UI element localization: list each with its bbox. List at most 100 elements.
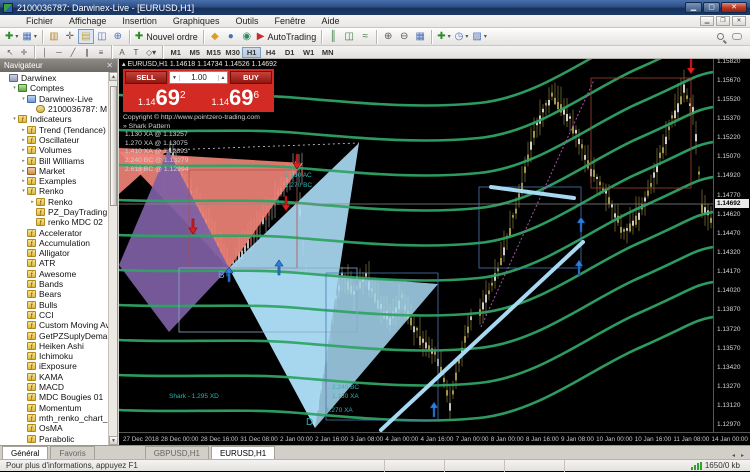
tree-item-bill-williams[interactable]: ▸ƒBill Williams [0, 155, 108, 165]
timeframe-m1[interactable]: M1 [166, 47, 185, 58]
timeframe-h1[interactable]: H1 [242, 47, 261, 58]
tree-item-alligator[interactable]: ƒAlligator [0, 248, 108, 258]
tree-item-custom-moving-av[interactable]: ƒCustom Moving Av [0, 320, 108, 330]
scroll-down-icon[interactable]: ▼ [109, 436, 118, 445]
expander-icon[interactable]: ▸ [29, 199, 36, 205]
navigator-close-icon[interactable]: ✕ [106, 61, 113, 70]
tree-item-renko-mdc-02[interactable]: ƒrenko MDC 02 [0, 217, 108, 227]
tree-item-pz-daytrading[interactable]: ƒPZ_DayTrading [0, 207, 108, 217]
tree-item-mdc-bougies-01[interactable]: ƒMDC Bougies 01 [0, 392, 108, 402]
menu-fentre[interactable]: Fenêtre [266, 15, 313, 28]
timeframe-h4[interactable]: H4 [261, 47, 280, 58]
web-button[interactable]: ◉ [239, 29, 255, 44]
tab-scroll-left-icon[interactable]: ◂ [732, 452, 735, 459]
mdi-restore-button[interactable]: ❐ [716, 16, 730, 26]
channel-button[interactable]: ∥ [80, 47, 94, 58]
mdi-minimize-button[interactable]: ▁ [700, 16, 714, 26]
tree-item-iexposure[interactable]: ƒiExposure [0, 361, 108, 371]
bar-chart-button[interactable]: ║ [325, 29, 341, 44]
data-window-button[interactable]: ✛ [62, 29, 78, 44]
expander-icon[interactable]: ▸ [20, 158, 27, 164]
menu-aide[interactable]: Aide [314, 15, 348, 28]
shapes-button[interactable]: ◇▾ [143, 47, 159, 58]
periods-button[interactable]: ◷▾ [453, 29, 471, 44]
tree-item-bands[interactable]: ƒBands [0, 279, 108, 289]
buy-price[interactable]: 1.14 69 6 [199, 85, 273, 109]
new-order-button[interactable]: ✚Nouvel ordre [133, 29, 200, 44]
tree-item-mth-renko-chart-b[interactable]: ƒmth_renko_chart_b [0, 413, 108, 423]
candlestick-button[interactable]: ◫ [341, 29, 357, 44]
tree-item-accelerator[interactable]: ƒAccelerator [0, 227, 108, 237]
navigator-tab-favoris[interactable]: Favoris [50, 446, 94, 459]
autotrading-button[interactable]: ▶AutoTrading [255, 29, 318, 44]
chart-tab-eurusdh1[interactable]: EURUSD,H1 [211, 446, 275, 459]
collapse-icon[interactable]: ▴ [122, 61, 126, 68]
tile-windows-button[interactable]: ▦ [412, 29, 428, 44]
tree-item-parabolic[interactable]: ƒParabolic [0, 433, 108, 443]
price-axis[interactable]: 1.158201.156701.155201.153701.152201.150… [713, 59, 750, 432]
volume-spinner[interactable]: ▼ 1.00 ▲ [169, 71, 228, 84]
expander-icon[interactable]: ▸ [20, 127, 27, 133]
expander-icon[interactable]: ▾ [20, 96, 27, 102]
tree-item-atr[interactable]: ƒATR [0, 258, 108, 268]
indicators-button[interactable]: ✚▾ [435, 29, 452, 44]
tree-item-examples[interactable]: ▸ƒExamples [0, 176, 108, 186]
chat-icon[interactable] [732, 33, 742, 40]
expander-icon[interactable]: ▾ [11, 116, 18, 122]
scrollbar-thumb[interactable] [110, 86, 117, 206]
timeframe-m30[interactable]: M30 [223, 47, 242, 58]
timeframe-d1[interactable]: D1 [280, 47, 299, 58]
vline-button[interactable]: │ [38, 47, 52, 58]
tree-item-2100036787-m[interactable]: 2100036787: M [0, 104, 108, 114]
tree-item-renko[interactable]: ▸ƒRenko [0, 197, 108, 207]
strategy-tester-button[interactable]: ⊕ [110, 29, 126, 44]
maximize-button[interactable]: ▢ [703, 2, 720, 13]
tree-item-comptes[interactable]: ▾Comptes [0, 83, 108, 93]
volume-dropdown-icon[interactable]: ▼ [170, 75, 180, 81]
tree-item-darwinex[interactable]: Darwinex [0, 73, 108, 83]
tree-item-accumulation[interactable]: ƒAccumulation [0, 238, 108, 248]
minimize-button[interactable]: ▁ [685, 2, 702, 13]
expander-icon[interactable]: ▸ [20, 168, 27, 174]
tree-item-market[interactable]: ▸Market [0, 166, 108, 176]
chart-window[interactable]: 1.130 AC1.270 BC2.240 BC1.130 XA1.270 XA… [119, 59, 750, 445]
hline-button[interactable]: ─ [52, 47, 66, 58]
chart-symbol-ohlc[interactable]: ▴ EURUSD,H1 1.14618 1.14734 1.14526 1.14… [122, 60, 277, 68]
expander-icon[interactable]: ▸ [20, 178, 27, 184]
community-button[interactable]: ● [223, 29, 239, 44]
market-watch-button[interactable]: ▥ [46, 29, 62, 44]
line-chart-button[interactable]: ≈ [357, 29, 373, 44]
navigator-tab-gnral[interactable]: Général [2, 446, 48, 459]
menu-graphiques[interactable]: Graphiques [165, 15, 228, 28]
dropdown-icon[interactable]: ▾ [15, 33, 18, 40]
tree-item-darwinex-live[interactable]: ▾Darwinex-Live [0, 94, 108, 104]
time-axis[interactable]: 27 Dec 201828 Dec 00:0028 Dec 16:0031 De… [119, 432, 750, 445]
tree-item-bears[interactable]: ƒBears [0, 289, 108, 299]
mdi-close-button[interactable]: ✕ [732, 16, 746, 26]
menu-fichier[interactable]: Fichier [18, 15, 61, 28]
crosshair-button[interactable]: ✛ [17, 47, 31, 58]
menu-outils[interactable]: Outils [227, 15, 266, 28]
terminal-button[interactable]: ◫ [94, 29, 110, 44]
tree-item-kama[interactable]: ƒKAMA [0, 372, 108, 382]
expander-icon[interactable]: ▸ [20, 137, 27, 143]
tree-item-volumes[interactable]: ▸ƒVolumes [0, 145, 108, 155]
profiles-button[interactable]: ▦▾ [20, 29, 38, 44]
label-button[interactable]: T [129, 47, 143, 58]
new-chart-button[interactable]: ✚▾ [3, 29, 20, 44]
sell-button[interactable]: SELL [125, 71, 167, 84]
tree-item-macd[interactable]: ƒMACD [0, 382, 108, 392]
menu-insertion[interactable]: Insertion [114, 15, 165, 28]
tree-item-trend-tendance-[interactable]: ▸ƒTrend (Tendance) [0, 124, 108, 134]
tree-item-renko[interactable]: ▾ƒRenko [0, 186, 108, 196]
dropdown-icon[interactable]: ▾ [152, 48, 156, 57]
navigator-button[interactable]: ▤ [78, 29, 94, 44]
tree-item-indicateurs[interactable]: ▾ƒIndicateurs [0, 114, 108, 124]
dropdown-icon[interactable]: ▾ [448, 33, 451, 40]
expander-icon[interactable]: ▸ [20, 147, 27, 153]
timeframe-m5[interactable]: M5 [185, 47, 204, 58]
tree-item-cci[interactable]: ƒCCI [0, 310, 108, 320]
tree-item-momentum[interactable]: ƒMomentum [0, 403, 108, 413]
menu-affichage[interactable]: Affichage [61, 15, 114, 28]
dropdown-icon[interactable]: ▾ [465, 33, 468, 40]
